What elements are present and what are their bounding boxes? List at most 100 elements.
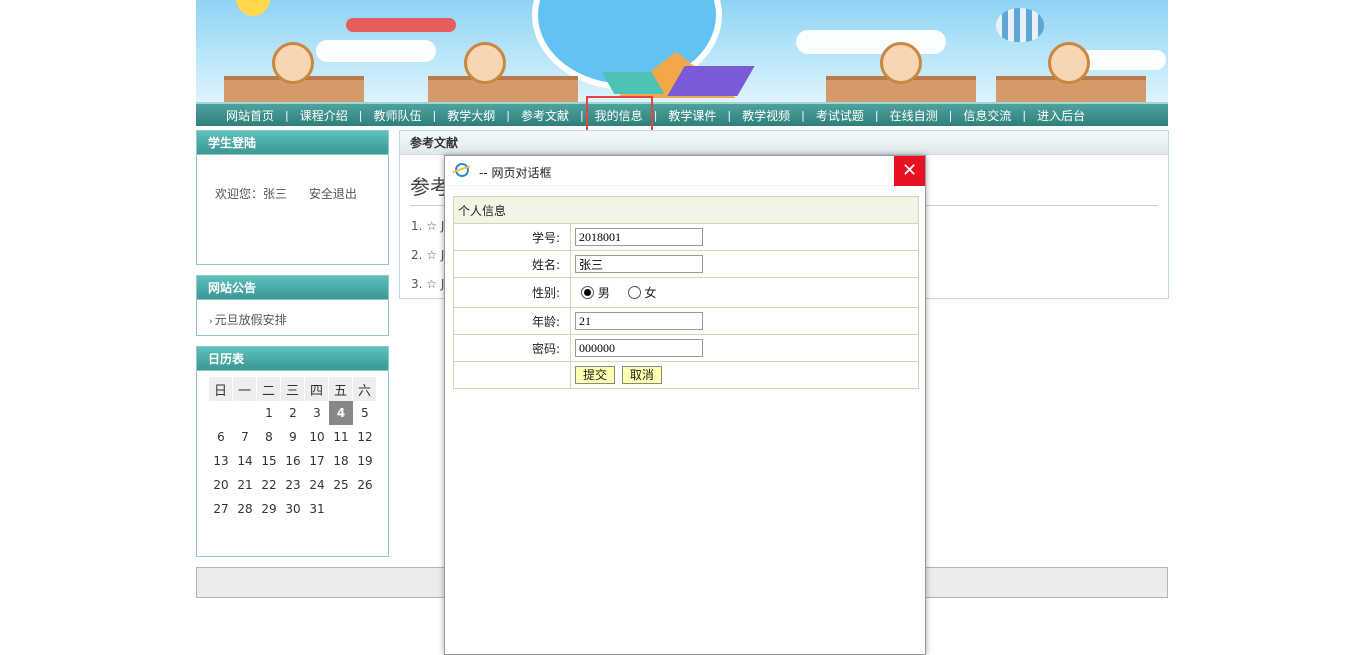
calendar-day[interactable]: 2 <box>281 401 305 425</box>
logout-link[interactable]: 安全退出 <box>309 187 357 201</box>
nav-item-videos[interactable]: 教学视频 <box>742 107 790 124</box>
calendar-day[interactable]: 15 <box>257 449 281 473</box>
arrow-icon: › <box>209 317 213 327</box>
nav-item-home[interactable]: 网站首页 <box>226 107 274 124</box>
empty-cell <box>453 361 571 389</box>
list-item[interactable]: 1. ☆ J <box>411 219 444 233</box>
child-illustration <box>1048 42 1090 84</box>
child-illustration <box>880 42 922 84</box>
dialog-titlebar: -- 网页对话框 ✕ <box>445 156 925 186</box>
list-item[interactable]: 2. ☆ J <box>411 248 444 262</box>
gender-female-label: 女 <box>644 286 657 300</box>
weekday-header: 四 <box>305 377 329 401</box>
gender-female-radio[interactable] <box>627 286 641 299</box>
age-label: 年龄: <box>453 307 571 335</box>
calendar-day[interactable]: 20 <box>209 473 233 497</box>
nav-separator: | <box>285 108 289 122</box>
calendar-day[interactable]: 16 <box>281 449 305 473</box>
notice-box-title: 网站公告 <box>197 276 388 300</box>
nav-item-messages[interactable]: 信息交流 <box>963 107 1011 124</box>
student-id-field[interactable] <box>575 228 703 246</box>
ie-icon <box>455 163 469 177</box>
calendar-day <box>329 497 353 521</box>
calendar-day[interactable]: 17 <box>305 449 329 473</box>
calendar-day[interactable]: 25 <box>329 473 353 497</box>
calendar-day[interactable]: 21 <box>233 473 257 497</box>
nav-separator: | <box>653 108 658 122</box>
calendar-day[interactable]: 7 <box>233 425 257 449</box>
calendar-day[interactable]: 18 <box>329 449 353 473</box>
dialog-title: -- 网页对话框 <box>479 166 552 180</box>
nav-item-syllabus[interactable]: 教学大纲 <box>447 107 495 124</box>
child-illustration <box>464 42 506 84</box>
nav-item-courseware[interactable]: 教学课件 <box>668 107 716 124</box>
weekday-header: 三 <box>281 377 305 401</box>
calendar-day[interactable]: 11 <box>329 425 353 449</box>
calendar-day[interactable]: 10 <box>305 425 329 449</box>
list-item[interactable]: 3. ☆ J <box>411 277 444 291</box>
cloud-decoration <box>316 40 436 62</box>
gender-label: 性别: <box>453 277 571 308</box>
nav-separator: | <box>727 108 732 122</box>
nav-separator: | <box>1022 108 1027 122</box>
notice-item[interactable]: 元旦放假安排 <box>215 313 287 327</box>
age-field[interactable] <box>575 312 703 330</box>
calendar-day[interactable]: 14 <box>233 449 257 473</box>
main-panel-header: 参考文献 <box>400 131 1168 155</box>
weekday-header: 五 <box>329 377 353 401</box>
sun-decoration <box>236 0 270 16</box>
plane-decoration <box>346 18 456 32</box>
header-banner <box>196 0 1168 102</box>
calendar-day[interactable]: 27 <box>209 497 233 521</box>
nav-item-self-test[interactable]: 在线自测 <box>890 107 938 124</box>
calendar-day[interactable]: 24 <box>305 473 329 497</box>
form-section-title: 个人信息 <box>453 196 919 224</box>
calendar-day[interactable]: 13 <box>209 449 233 473</box>
child-illustration <box>272 42 314 84</box>
cloud-decoration <box>796 30 946 54</box>
gender-male-radio[interactable] <box>581 286 594 299</box>
calendar-day[interactable]: 9 <box>281 425 305 449</box>
personal-info-form: 个人信息 学号: 姓名: 性别: 男 女 年龄: 密码: <box>453 196 919 389</box>
personal-info-dialog: -- 网页对话框 ✕ 个人信息 学号: 姓名: 性别: 男 女 年龄: 密码: <box>444 155 926 655</box>
notice-box: 网站公告 › 元旦放假安排 <box>196 275 389 336</box>
calendar-day[interactable]: 30 <box>281 497 305 521</box>
calendar-day[interactable]: 6 <box>209 425 233 449</box>
calendar-day[interactable]: 23 <box>281 473 305 497</box>
nav-separator: | <box>874 108 879 122</box>
name-label: 姓名: <box>453 250 571 278</box>
calendar-day[interactable]: 26 <box>353 473 377 497</box>
login-box: 学生登陆 欢迎您：张三 安全退出 <box>196 130 389 265</box>
calendar-day[interactable]: 19 <box>353 449 377 473</box>
password-field[interactable] <box>575 339 703 357</box>
nav-item-course-intro[interactable]: 课程介绍 <box>300 107 348 124</box>
weekday-header: 六 <box>353 377 377 401</box>
calendar-day[interactable]: 28 <box>233 497 257 521</box>
calendar-day <box>209 401 233 425</box>
student-id-label: 学号: <box>453 223 571 251</box>
close-button[interactable]: ✕ <box>894 156 925 186</box>
desk-decoration <box>428 76 578 102</box>
nav-item-exams[interactable]: 考试试题 <box>816 107 864 124</box>
calendar-day[interactable]: 8 <box>257 425 281 449</box>
calendar-day[interactable]: 29 <box>257 497 281 521</box>
main-nav: 网站首页 | 课程介绍 | 教师队伍 | 教学大纲 | 参考文献 | 我的信息 | 教学课件… <box>196 102 1168 126</box>
weekday-header: 一 <box>233 377 257 401</box>
calendar-day[interactable]: 31 <box>305 497 329 521</box>
calendar-day[interactable]: 1 <box>257 401 281 425</box>
nav-item-teachers[interactable]: 教师队伍 <box>373 107 421 124</box>
nav-separator: | <box>432 108 437 122</box>
calendar-day[interactable]: 3 <box>305 401 329 425</box>
calendar-day[interactable]: 5 <box>353 401 377 425</box>
submit-button[interactable]: 提交 <box>575 366 616 384</box>
nav-item-references[interactable]: 参考文献 <box>521 107 569 124</box>
nav-item-admin[interactable]: 进入后台 <box>1037 107 1085 124</box>
name-field[interactable] <box>575 255 703 273</box>
balloon-decoration <box>996 8 1044 42</box>
calendar-box: 日历表 日 一 二 三 四 五 六 1 2 3 4 5 6 7 8 9 10 1… <box>196 346 389 557</box>
nav-separator: | <box>948 108 953 122</box>
cancel-button[interactable]: 取消 <box>621 366 662 384</box>
calendar-day[interactable]: 12 <box>353 425 377 449</box>
calendar-day[interactable]: 22 <box>257 473 281 497</box>
calendar-day-today[interactable]: 4 <box>329 401 353 425</box>
